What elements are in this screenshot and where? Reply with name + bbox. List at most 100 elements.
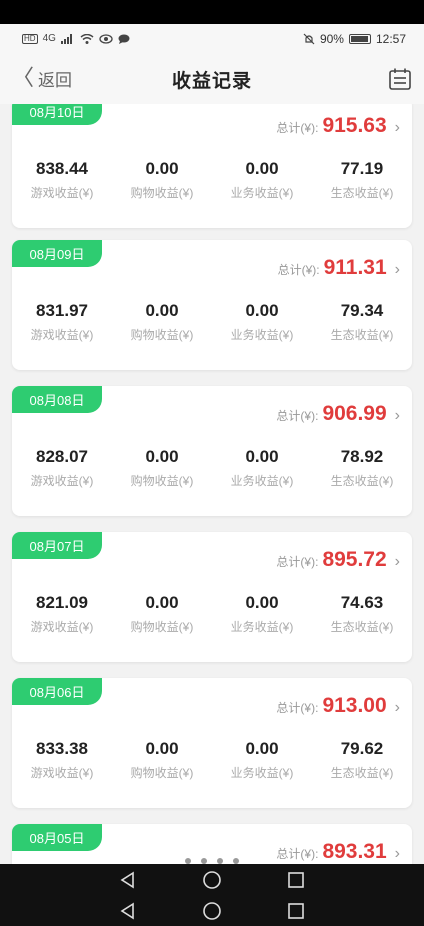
total-label: 总计(¥): (276, 701, 319, 715)
metric-value: 0.00 (145, 593, 179, 612)
date-tag: 08月09日 (12, 240, 102, 267)
metric-label: 生态收益(¥) (330, 186, 394, 200)
metrics-row: 828.07 游戏收益(¥) 0.00 购物收益(¥) 0.00 业务收益(¥) 78… (12, 444, 412, 489)
metric-game: 838.44 游戏收益(¥) (12, 156, 112, 201)
metric-business: 0.00 业务收益(¥) (212, 156, 312, 201)
records-list[interactable]: 08月10日 总计(¥): 915.63 › 838.44 游戏收益(¥) 0.0… (0, 104, 424, 864)
metric-label: 生态收益(¥) (330, 620, 394, 634)
metric-shop: 0.00 购物收益(¥) (112, 444, 212, 489)
chevron-right-icon: › (394, 261, 400, 278)
metric-label: 生态收益(¥) (330, 766, 394, 780)
calendar-icon[interactable] (388, 67, 412, 91)
home-circle-icon[interactable] (202, 901, 222, 921)
date-tag: 08月08日 (12, 386, 102, 413)
back-button[interactable]: 〈 返回 (12, 66, 72, 91)
metric-label: 业务收益(¥) (230, 186, 294, 200)
metric-game: 833.38 游戏收益(¥) (12, 736, 112, 781)
metrics-row: 838.44 游戏收益(¥) 0.00 购物收益(¥) 0.00 业务收益(¥) 77… (12, 156, 412, 201)
metric-business: 0.00 业务收益(¥) (212, 736, 312, 781)
metric-label: 购物收益(¥) (130, 474, 194, 488)
metric-value: 0.00 (245, 739, 279, 758)
metrics-row: 833.38 游戏收益(¥) 0.00 购物收益(¥) 0.00 业务收益(¥) 79… (12, 736, 412, 781)
metric-label: 购物收益(¥) (130, 328, 194, 342)
recents-square-icon[interactable] (286, 901, 306, 921)
mute-icon (303, 33, 315, 45)
recents-square-icon[interactable] (286, 870, 306, 890)
total-label: 总计(¥): (276, 555, 319, 569)
page-title: 收益记录 (171, 70, 252, 92)
hd-icon: HD (22, 34, 38, 44)
total-row[interactable]: 总计(¥): 915.63 › (276, 114, 400, 138)
chevron-right-icon: › (394, 119, 400, 136)
system-nav-row (0, 864, 424, 895)
total-value: 911.31 (323, 256, 387, 279)
metric-business: 0.00 业务收益(¥) (212, 444, 312, 489)
metric-shop: 0.00 购物收益(¥) (112, 590, 212, 635)
metric-game: 831.97 游戏收益(¥) (12, 298, 112, 343)
metric-label: 购物收益(¥) (130, 620, 194, 634)
metric-shop: 0.00 购物收益(¥) (112, 298, 212, 343)
metric-label: 游戏收益(¥) (30, 620, 94, 634)
total-value: 895.72 (322, 548, 387, 571)
record-card[interactable]: 08月10日 总计(¥): 915.63 › 838.44 游戏收益(¥) 0.0… (12, 104, 412, 228)
chevron-left-icon: 〈 (12, 64, 35, 90)
indicator-dot (233, 858, 239, 864)
system-nav-bar (0, 864, 424, 926)
back-triangle-icon[interactable] (118, 870, 138, 890)
metric-value: 74.63 (340, 593, 384, 612)
total-row[interactable]: 总计(¥): 906.99 › (276, 402, 400, 426)
metric-value: 831.97 (36, 301, 88, 320)
metric-value: 0.00 (145, 159, 179, 178)
metric-label: 业务收益(¥) (230, 328, 294, 342)
home-circle-icon[interactable] (202, 870, 222, 890)
total-row[interactable]: 总计(¥): 913.00 › (276, 694, 400, 718)
wifi-icon (80, 34, 94, 44)
metric-value: 0.00 (145, 447, 179, 466)
metric-label: 游戏收益(¥) (30, 766, 94, 780)
status-bar: HD 4G 90% 12:57 (0, 24, 424, 54)
top-black-bar (0, 0, 424, 24)
signal-icon (60, 34, 72, 44)
total-label: 总计(¥): (276, 121, 319, 135)
battery-icon (348, 34, 371, 44)
total-label: 总计(¥): (276, 409, 319, 423)
metric-game: 821.09 游戏收益(¥) (12, 590, 112, 635)
metric-label: 游戏收益(¥) (30, 186, 94, 200)
battery-percent: 90% (319, 32, 344, 46)
date-tag: 08月07日 (12, 532, 102, 559)
metric-value: 0.00 (145, 301, 179, 320)
metric-value: 0.00 (145, 739, 179, 758)
total-row[interactable]: 总计(¥): 911.31 › (278, 256, 400, 280)
metric-label: 生态收益(¥) (330, 328, 394, 342)
metric-value: 838.44 (36, 159, 88, 178)
total-value: 913.00 (322, 694, 387, 717)
metric-label: 生态收益(¥) (330, 474, 394, 488)
metric-eco: 74.63 生态收益(¥) (312, 590, 412, 635)
metric-label: 游戏收益(¥) (30, 474, 94, 488)
status-time: 12:57 (375, 32, 406, 46)
metric-label: 业务收益(¥) (230, 474, 294, 488)
record-card[interactable]: 08月08日 总计(¥): 906.99 › 828.07 游戏收益(¥) 0.0… (12, 386, 412, 516)
date-tag: 08月05日 (12, 824, 102, 851)
record-card[interactable]: 08月07日 总计(¥): 895.72 › 821.09 游戏收益(¥) 0.0… (12, 532, 412, 662)
back-triangle-icon[interactable] (118, 901, 138, 921)
record-card[interactable]: 08月09日 总计(¥): 911.31 › 831.97 游戏收益(¥) 0.0… (12, 240, 412, 370)
nav-bar: 〈 返回 收益记录 (0, 54, 424, 104)
chevron-right-icon: › (394, 699, 400, 716)
metric-label: 业务收益(¥) (230, 766, 294, 780)
total-row[interactable]: 总计(¥): 895.72 › (276, 548, 400, 572)
metric-business: 0.00 业务收益(¥) (212, 590, 312, 635)
network-type: 4G (42, 33, 56, 44)
metric-value: 0.00 (245, 447, 279, 466)
metric-eco: 77.19 生态收益(¥) (312, 156, 412, 201)
indicator-dot (217, 858, 223, 864)
metric-label: 业务收益(¥) (230, 620, 294, 634)
system-nav-row (0, 895, 424, 926)
record-card[interactable]: 08月06日 总计(¥): 913.00 › 833.38 游戏收益(¥) 0.0… (12, 678, 412, 808)
back-label: 返回 (38, 71, 73, 90)
metric-label: 购物收益(¥) (130, 766, 194, 780)
total-value: 906.99 (322, 402, 387, 425)
metric-label: 购物收益(¥) (130, 186, 194, 200)
indicator-dot (201, 858, 207, 864)
chevron-right-icon: › (394, 553, 400, 570)
